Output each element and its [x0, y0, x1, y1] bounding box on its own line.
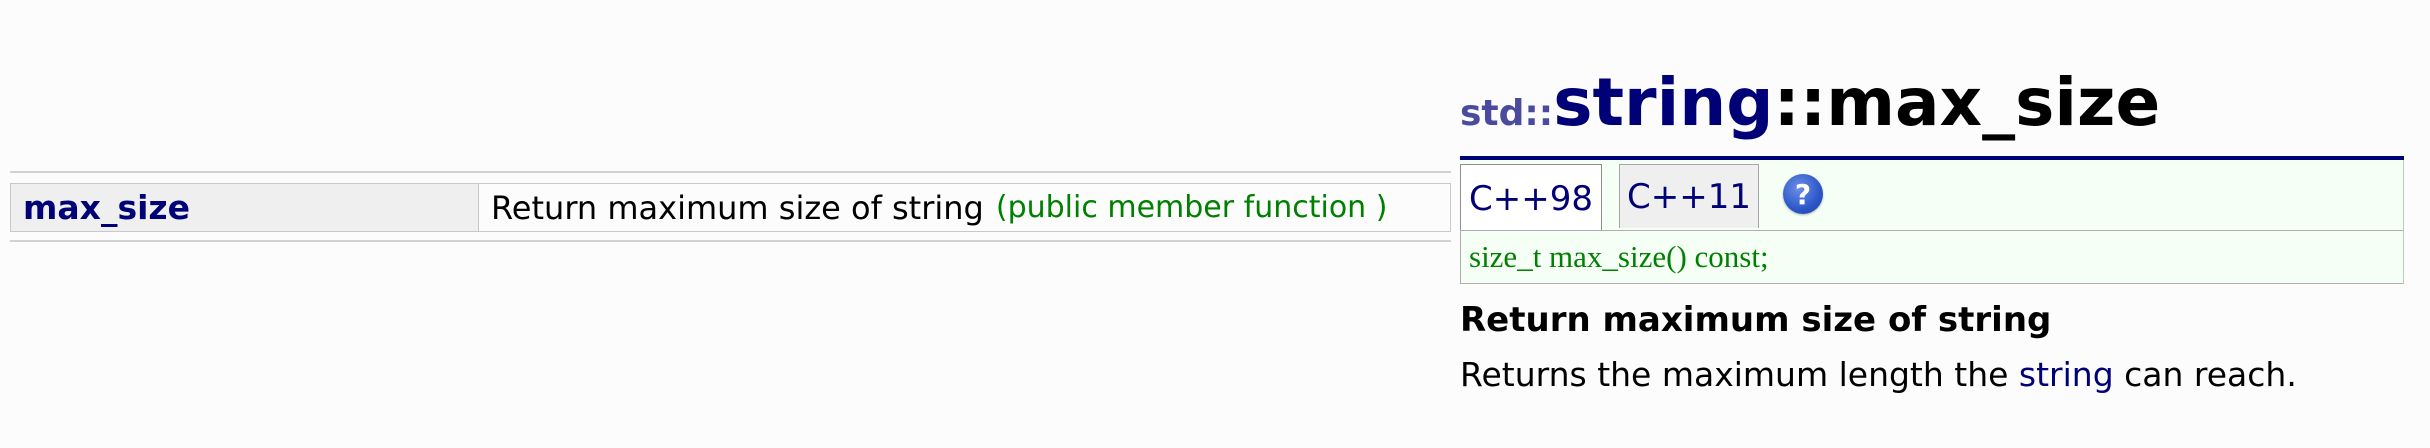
title-namespace: std:: [1460, 93, 1554, 134]
page-title: std::string::max_size [1460, 70, 2160, 136]
tab-cpp98[interactable]: C++98 [1460, 164, 1602, 232]
member-link-max-size[interactable]: max_size [23, 188, 190, 227]
member-name-cell: max_size [11, 184, 479, 231]
title-class-name: string [1553, 64, 1774, 141]
string-link[interactable]: string [2019, 355, 2114, 394]
section-heading: Return maximum size of string [1460, 300, 2052, 340]
declaration-box: size_t max_size() const; [1460, 230, 2404, 284]
description-text-start: Returns the maximum length the [1460, 355, 2019, 394]
description-text-end: can reach. [2113, 355, 2297, 394]
tab-cpp11[interactable]: C++11 [1619, 164, 1759, 228]
title-member-name: ::max_size [1773, 64, 2161, 141]
member-kind-label: (public member function ) [995, 190, 1388, 225]
help-icon[interactable]: ? [1783, 174, 1823, 214]
member-table: max_size Return maximum size of string (… [10, 171, 1451, 242]
declaration-code: size_t max_size() const; [1469, 239, 1769, 274]
table-row: max_size Return maximum size of string (… [10, 183, 1451, 232]
member-description-cell: Return maximum size of string (public me… [479, 184, 1450, 231]
version-tab-bar: C++98 C++11 ? [1460, 160, 2404, 232]
page: max_size Return maximum size of string (… [0, 0, 2430, 448]
description-paragraph: Returns the maximum length the string ca… [1460, 355, 2297, 394]
member-description: Return maximum size of string [491, 188, 984, 227]
member-detail: std::string::max_size C++98 C++11 ? size… [1460, 0, 2410, 448]
